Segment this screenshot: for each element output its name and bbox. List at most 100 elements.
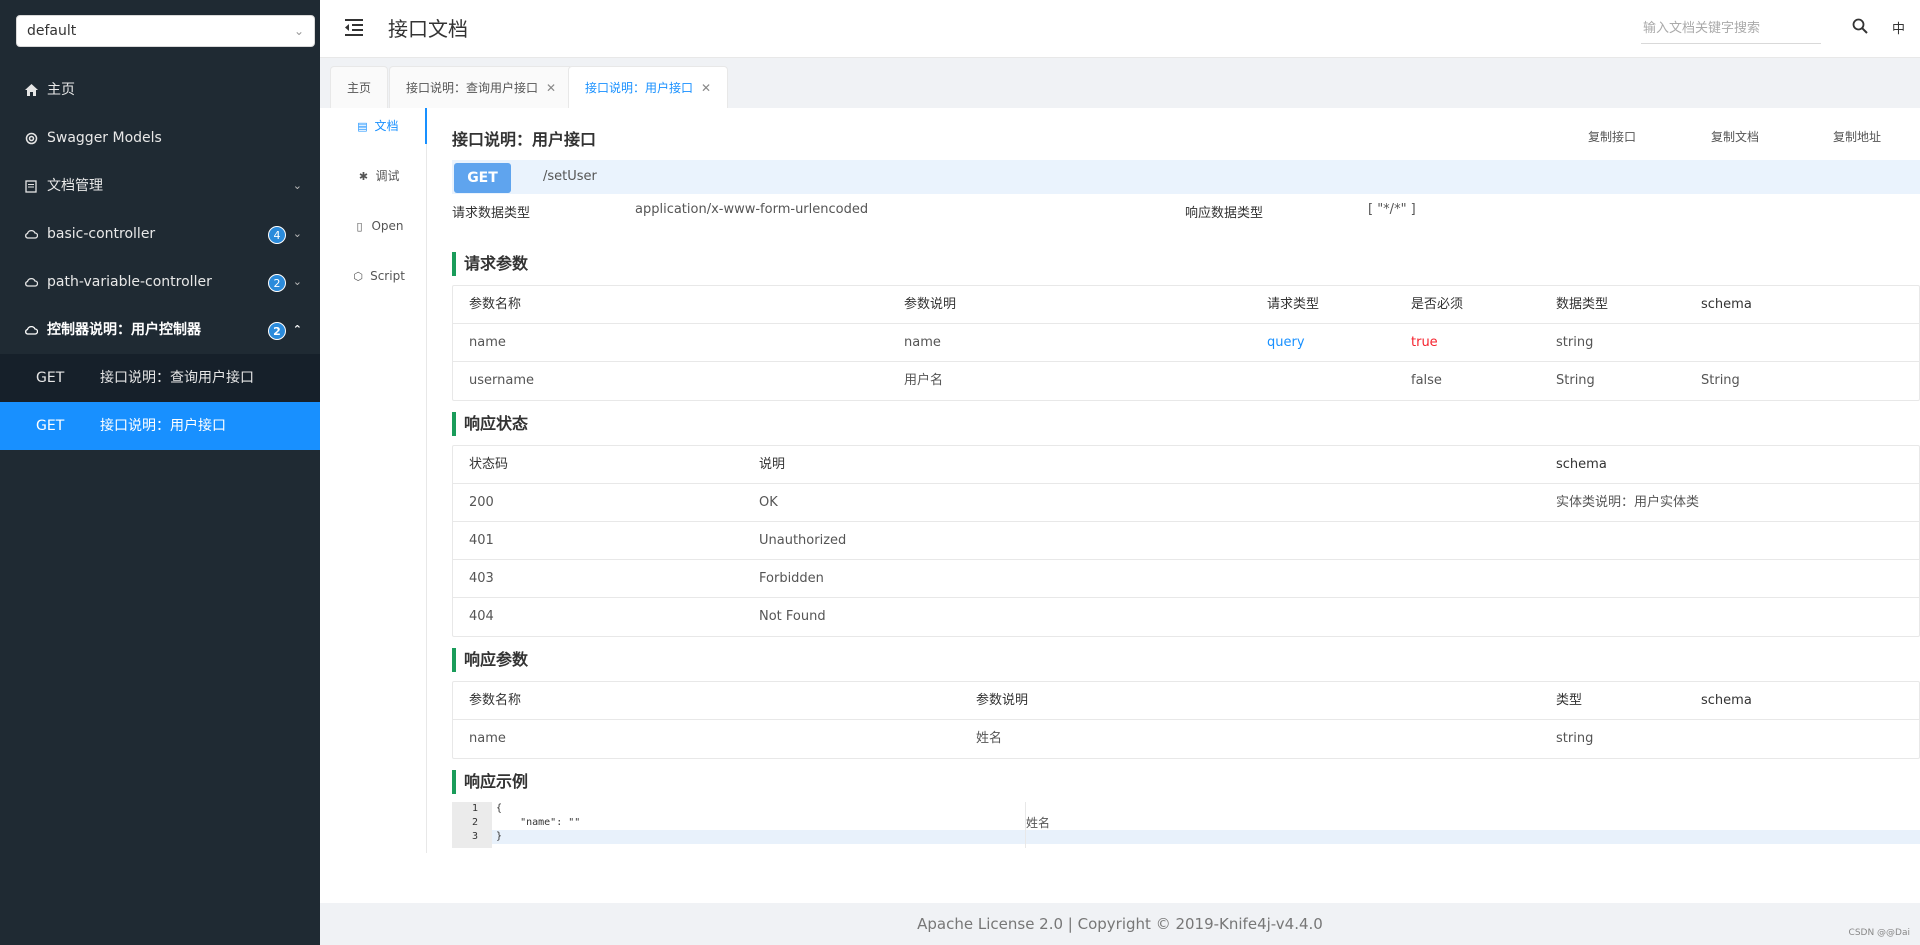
- code-line: "name": "": [496, 817, 581, 828]
- api-title: 接口说明：用户接口: [452, 130, 597, 149]
- copy-url-button[interactable]: 复制地址: [1833, 128, 1881, 145]
- settings-icon: [24, 114, 38, 162]
- table-header: 参数名称 参数说明 类型 schema: [453, 682, 1919, 720]
- table-cell: string: [1556, 335, 1594, 350]
- home-icon: [24, 66, 38, 114]
- column-header: 类型: [1556, 693, 1583, 708]
- sidebar-item-home[interactable]: 主页: [0, 66, 320, 114]
- sidebar-menu: 主页 Swagger Models 文档管理 ⌄ basic-controlle…: [0, 66, 320, 450]
- docnav-open[interactable]: ▯ Open: [330, 208, 427, 244]
- header: 接口文档 中: [320, 0, 1920, 58]
- chevron-down-icon: ⌄: [292, 275, 302, 288]
- tab-label: 接口说明：用户接口: [585, 81, 694, 95]
- tab-user-api[interactable]: 接口说明：用户接口 ✕: [568, 66, 729, 108]
- sidebar-item-doc-management[interactable]: 文档管理 ⌄: [0, 162, 320, 210]
- column-header: schema: [1556, 457, 1607, 472]
- watermark: CSDN @@Dai: [1848, 928, 1910, 938]
- method-label: GET: [36, 370, 65, 386]
- column-header: 参数名称: [469, 693, 522, 708]
- column-header: schema: [1701, 297, 1752, 312]
- docnav-script[interactable]: ⬡ Script: [330, 258, 427, 294]
- response-type-value: [ "*/*" ]: [1368, 202, 1416, 217]
- table-cell: Forbidden: [759, 571, 824, 586]
- column-header: 状态码: [469, 457, 509, 472]
- table-cell: 200: [469, 495, 494, 510]
- sidebar-subitem-user-api[interactable]: GET 接口说明：用户接口: [0, 402, 320, 450]
- group-select-value: default: [27, 23, 77, 39]
- cloud-icon: [24, 210, 38, 258]
- document-icon: [24, 162, 38, 210]
- sidebar-item-label: 文档管理: [47, 178, 103, 194]
- column-header: 请求类型: [1267, 297, 1320, 312]
- column-header: 参数说明: [904, 297, 957, 312]
- sidebar-item-user-controller[interactable]: 控制器说明：用户控制器 2 ⌃: [0, 306, 320, 354]
- docnav-label: 文档: [374, 119, 399, 133]
- count-badge: 2: [268, 274, 286, 292]
- search-input[interactable]: [1641, 14, 1821, 44]
- table-cell: String: [1701, 373, 1740, 388]
- response-status-table: 状态码 说明 schema 200 OK 实体类说明：用户实体类 401 Una…: [452, 445, 1920, 637]
- line-number: 2: [471, 817, 478, 828]
- language-switch[interactable]: 中: [1892, 18, 1905, 37]
- table-row: name name query true string: [453, 324, 1919, 362]
- tab-query-user[interactable]: 接口说明：查询用户接口 ✕: [389, 66, 574, 108]
- table-row: 401 Unauthorized: [453, 522, 1919, 560]
- table-cell: 404: [469, 609, 494, 624]
- api-path: /setUser: [543, 169, 597, 184]
- table-cell: Not Found: [759, 609, 826, 624]
- group-select[interactable]: default ⌄: [16, 15, 315, 47]
- footer-text: Apache License 2.0 | Copyright © 2019-Kn…: [917, 915, 1323, 933]
- field-description: 姓名: [1026, 816, 1051, 830]
- file-text-icon: ▤: [357, 120, 368, 133]
- response-example-editor[interactable]: 1 2 3 { "name": "" } 姓名: [452, 802, 1920, 848]
- code-line: {: [496, 803, 503, 814]
- close-icon[interactable]: ✕: [701, 81, 711, 95]
- search-icon[interactable]: [1852, 18, 1870, 36]
- close-icon[interactable]: ✕: [546, 81, 556, 95]
- sidebar-item-path-variable-controller[interactable]: path-variable-controller 2 ⌄: [0, 258, 320, 306]
- table-cell: 401: [469, 533, 494, 548]
- table-cell: name: [904, 335, 941, 350]
- count-badge: 2: [268, 322, 286, 340]
- docnav-label: Open: [371, 219, 404, 233]
- table-header: 状态码 说明 schema: [453, 446, 1919, 484]
- table-cell: String: [1556, 373, 1595, 388]
- line-number: 1: [471, 803, 478, 814]
- copy-api-button[interactable]: 复制接口: [1588, 128, 1636, 145]
- sidebar-subitem-query-user[interactable]: GET 接口说明：查询用户接口: [0, 354, 320, 402]
- sidebar-item-swagger-models[interactable]: Swagger Models: [0, 114, 320, 162]
- tab-label: 接口说明：查询用户接口: [406, 81, 539, 95]
- docnav-label: 调试: [375, 169, 400, 183]
- column-header: 数据类型: [1556, 297, 1609, 312]
- tab-home[interactable]: 主页: [330, 66, 389, 108]
- chevron-down-icon: ⌄: [292, 227, 302, 240]
- copy-doc-button[interactable]: 复制文档: [1711, 128, 1759, 145]
- docnav-label: Script: [370, 269, 405, 283]
- column-header: schema: [1701, 693, 1752, 708]
- table-row: username 用户名 false String String: [453, 362, 1919, 400]
- docnav-debug[interactable]: ✱ 调试: [330, 158, 427, 194]
- sidebar-item-label: path-variable-controller: [47, 274, 212, 290]
- chevron-down-icon: ⌄: [293, 24, 304, 38]
- line-number: 3: [471, 831, 478, 842]
- table-cell: name: [469, 335, 506, 350]
- section-title: 响应参数: [452, 648, 528, 672]
- table-row: 403 Forbidden: [453, 560, 1919, 598]
- column-header: 是否必须: [1411, 297, 1464, 312]
- docnav-doc[interactable]: ▤ 文档: [330, 108, 427, 144]
- table-row: 200 OK 实体类说明：用户实体类: [453, 484, 1919, 522]
- table-cell: 姓名: [976, 731, 1003, 746]
- tab-bar: 主页 接口说明：查询用户接口 ✕ 接口说明：用户接口 ✕: [320, 58, 1920, 108]
- table-cell: string: [1556, 731, 1594, 746]
- menu-fold-icon[interactable]: [344, 18, 364, 38]
- tab-label: 主页: [347, 81, 372, 95]
- table-cell: OK: [759, 495, 778, 510]
- table-cell: query: [1267, 335, 1305, 350]
- column-header: 参数说明: [976, 693, 1029, 708]
- sidebar-item-basic-controller[interactable]: basic-controller 4 ⌄: [0, 210, 320, 258]
- column-header: 说明: [759, 457, 786, 472]
- active-line-highlight: [492, 830, 1920, 844]
- method-badge: GET: [454, 163, 511, 193]
- table-cell: name: [469, 731, 506, 746]
- cloud-icon: [24, 306, 38, 354]
